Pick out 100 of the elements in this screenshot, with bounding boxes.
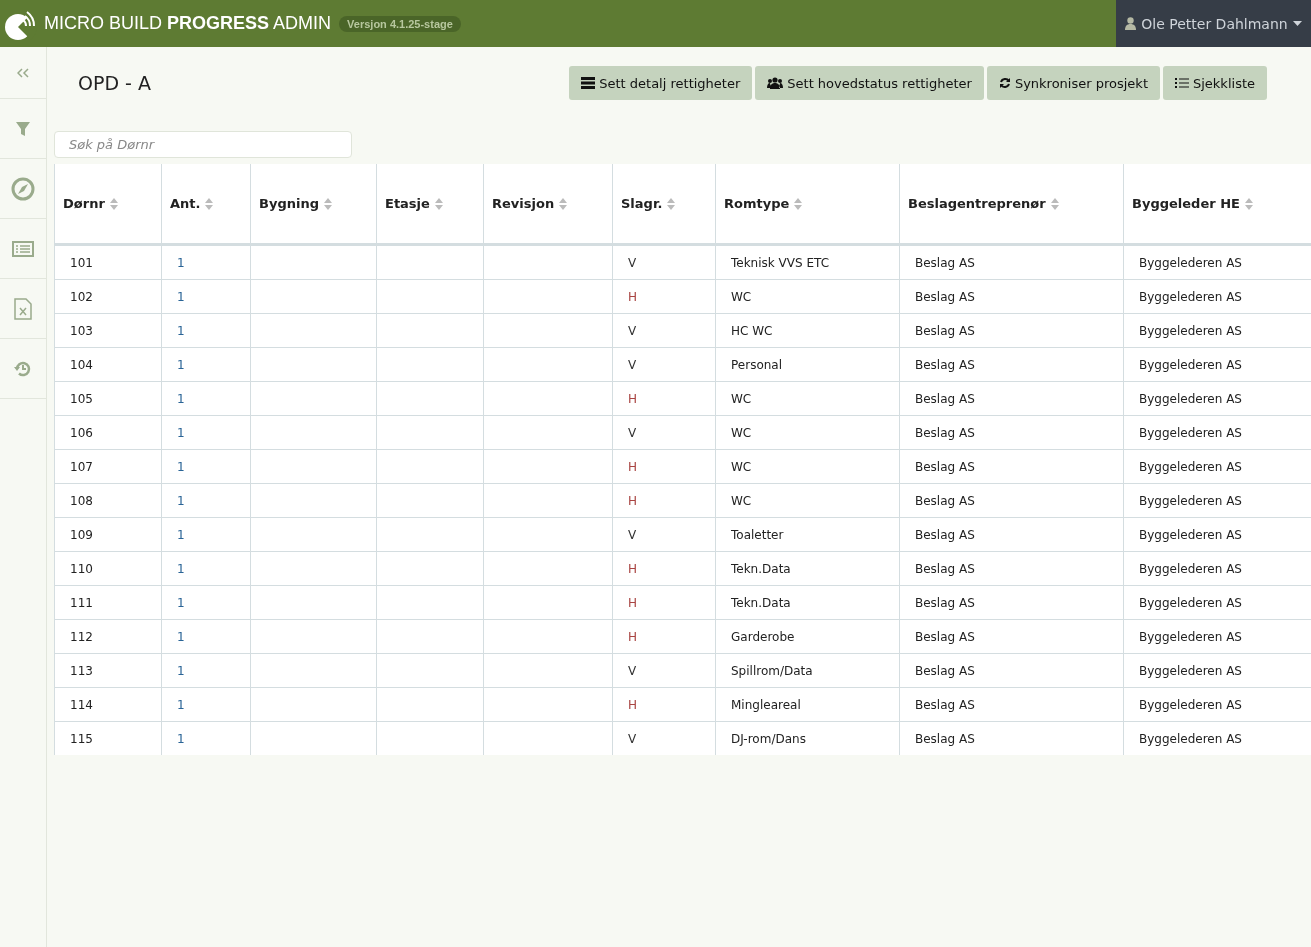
filter-icon [15, 120, 31, 137]
sort-icon [1244, 197, 1253, 210]
table-cell: V [628, 731, 637, 746]
table-cell: 111 [70, 595, 93, 610]
column-header[interactable]: Byggeleder HE [1132, 196, 1240, 211]
column-header[interactable]: Revisjon [492, 196, 555, 211]
table-cell: 1 [177, 595, 185, 610]
list-icon [1175, 77, 1189, 89]
sort-icon [559, 197, 568, 210]
table-cell: 112 [70, 629, 93, 644]
action-button[interactable]: Sett detalj rettigheter [569, 66, 753, 100]
table-cell: 1 [177, 493, 185, 508]
table-cell: Byggelederen AS [1139, 527, 1242, 542]
table-cell: Byggelederen AS [1139, 731, 1242, 746]
table-cell: Byggelederen AS [1139, 323, 1242, 338]
action-button[interactable]: Sett hovedstatus rettigheter [755, 66, 984, 100]
table-cell: H [628, 697, 638, 712]
table-cell: 110 [70, 561, 93, 576]
column-header[interactable]: Slagr. [621, 196, 663, 211]
refresh-icon [998, 77, 1011, 89]
table-cell: Beslag AS [915, 595, 975, 610]
table-cell: V [628, 527, 637, 542]
column-header[interactable]: Dørnr [63, 196, 105, 211]
table-cell: 114 [70, 697, 93, 712]
server-icon [581, 77, 596, 89]
table-cell: 113 [70, 663, 93, 678]
table-cell: 106 [70, 425, 93, 440]
table-cell: 1 [177, 425, 185, 440]
table-cell: 115 [70, 731, 93, 746]
table-cell: H [628, 391, 638, 406]
table-cell: 108 [70, 493, 93, 508]
table-cell: DJ-rom/Dans [731, 731, 806, 746]
table-cell: 1 [177, 697, 185, 712]
action-button[interactable]: Sjekkliste [1163, 66, 1267, 100]
list-icon [12, 240, 34, 257]
collapse-icon [17, 67, 29, 78]
users-icon [767, 77, 784, 89]
sort-icon [794, 197, 803, 210]
table-cell: 1 [177, 459, 185, 474]
table-cell: H [628, 629, 638, 644]
table-cell: Byggelederen AS [1139, 459, 1242, 474]
column-header[interactable]: Ant. [170, 196, 201, 211]
table-cell: 1 [177, 255, 185, 270]
table-cell: Byggelederen AS [1139, 629, 1242, 644]
sort-icon [323, 197, 332, 210]
table-cell: 1 [177, 663, 185, 678]
table-cell: 104 [70, 357, 93, 372]
column-header[interactable]: Bygning [259, 196, 319, 211]
table-cell: H [628, 289, 638, 304]
column-header[interactable]: Etasje [385, 196, 430, 211]
column-header[interactable]: Beslagentreprenør [908, 196, 1046, 211]
caret-icon [1292, 21, 1302, 26]
table-cell: 1 [177, 323, 185, 338]
table-cell: Beslag AS [915, 323, 975, 338]
table-cell: H [628, 561, 638, 576]
column-header[interactable]: Romtype [724, 196, 790, 211]
table-cell: Personal [731, 357, 782, 372]
table-cell: Beslag AS [915, 391, 975, 406]
table-cell: Byggelederen AS [1139, 493, 1242, 508]
table-cell: Tekn.Data [731, 561, 791, 576]
table-cell: Byggelederen AS [1139, 663, 1242, 678]
table-cell: 1 [177, 527, 185, 542]
table-cell: Beslag AS [915, 527, 975, 542]
table-cell: 102 [70, 289, 93, 304]
table-cell: Beslag AS [915, 731, 975, 746]
table-cell: 101 [70, 255, 93, 270]
history-icon [14, 359, 32, 378]
search-field[interactable]: Søk på Dørnr [54, 131, 352, 158]
table-cell: 1 [177, 629, 185, 644]
table-cell: Byggelederen AS [1139, 255, 1242, 270]
table-cell: Garderobe [731, 629, 795, 644]
sort-icon [434, 197, 443, 210]
user-menu[interactable]: Ole Petter Dahlmann [1116, 0, 1311, 47]
table-cell: 107 [70, 459, 93, 474]
table-cell: WC [731, 391, 752, 406]
table-cell: Beslag AS [915, 697, 975, 712]
table-cell: V [628, 663, 637, 678]
table-cell: Byggelederen AS [1139, 357, 1242, 372]
sort-icon [1050, 197, 1059, 210]
table-cell: Beslag AS [915, 561, 975, 576]
table-cell: Beslag AS [915, 629, 975, 644]
table-cell: Beslag AS [915, 425, 975, 440]
table-cell: Beslag AS [915, 357, 975, 372]
action-button[interactable]: Synkroniser prosjekt [986, 66, 1160, 100]
compass-icon [11, 176, 35, 201]
table-cell: WC [731, 459, 752, 474]
table-cell: Byggelederen AS [1139, 289, 1242, 304]
spreadsheet-file-icon [14, 297, 32, 320]
app-title: MICRO BUILD PROGRESS ADMIN [44, 13, 332, 34]
table-cell: 109 [70, 527, 93, 542]
table-cell: Byggelederen AS [1139, 595, 1242, 610]
table-cell: Byggelederen AS [1139, 425, 1242, 440]
user-icon [1125, 17, 1137, 30]
table-cell: 1 [177, 357, 185, 372]
sort-icon [667, 197, 676, 210]
table-cell: 1 [177, 289, 185, 304]
table-cell: 1 [177, 731, 185, 746]
table-cell: H [628, 459, 638, 474]
table-cell: Teknisk VVS ETC [731, 255, 829, 270]
table-cell: Mingleareal [731, 697, 801, 712]
